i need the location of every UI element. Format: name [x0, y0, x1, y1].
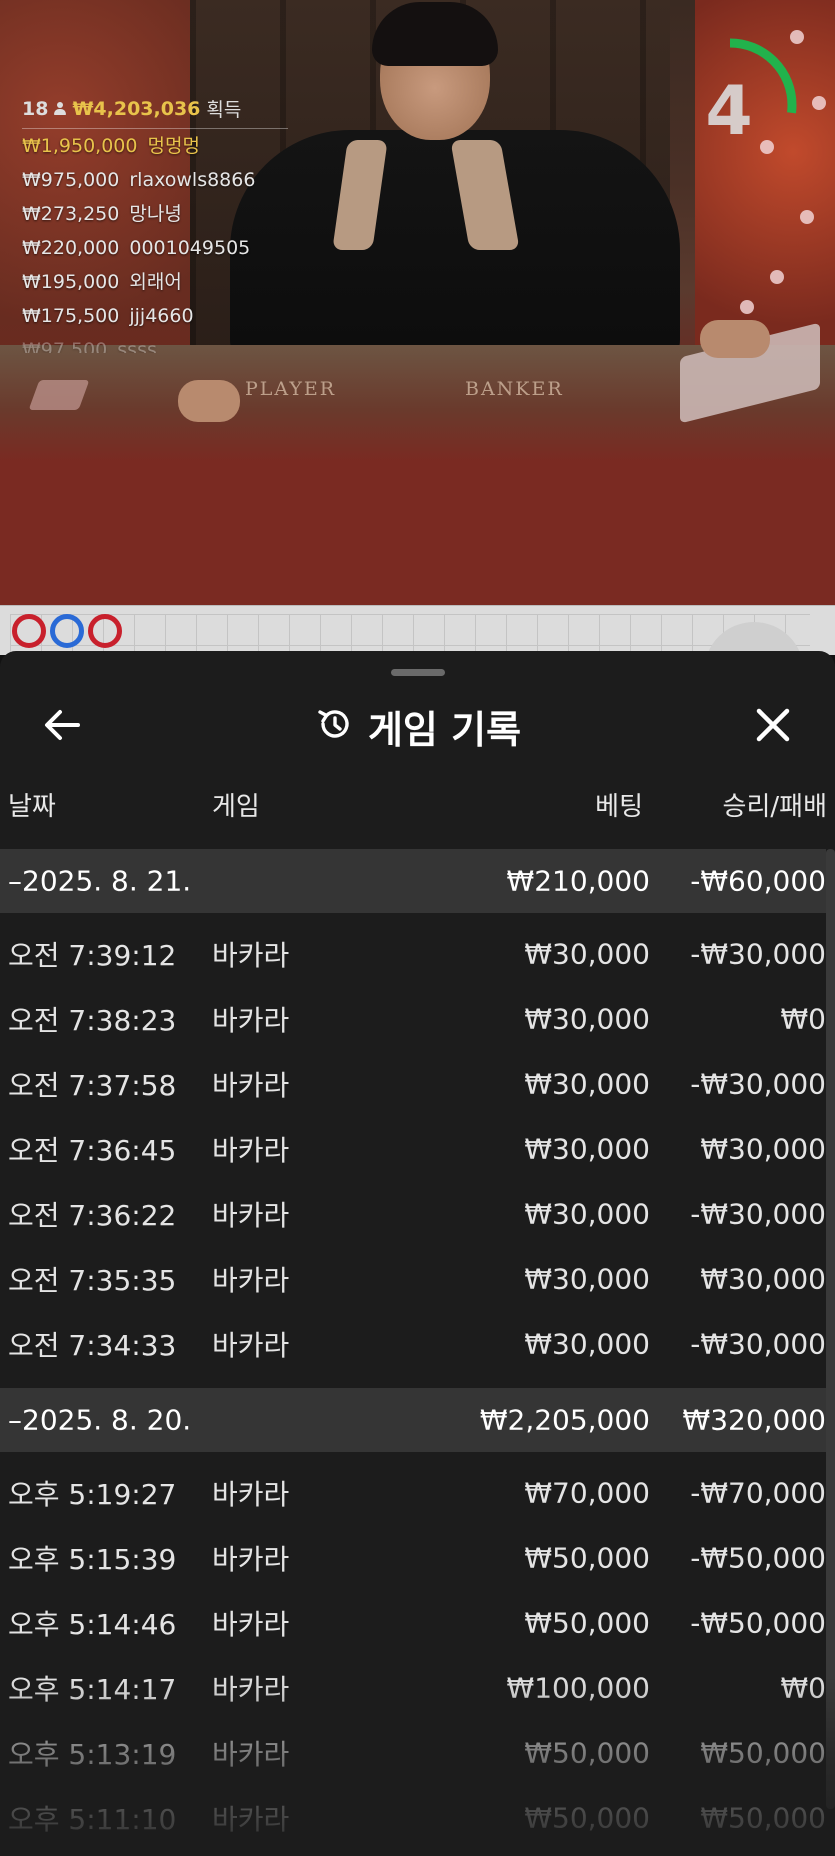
sheet-title: 게임 기록 [367, 707, 522, 752]
sheet-drag-handle[interactable] [391, 669, 445, 676]
history-row[interactable]: 오후 5:14:46 바카라 ₩50,000 -₩50,000 [0, 1590, 826, 1655]
sheet-header: 게임 기록 [0, 691, 835, 761]
road-result-player [50, 614, 84, 648]
history-list: –2025. 8. 21. ₩210,000 -₩60,000 오전 7:39:… [0, 849, 826, 1850]
arrow-left-icon [45, 710, 80, 740]
column-header-bet: 베팅 [595, 792, 643, 822]
close-button[interactable] [745, 697, 801, 753]
history-row[interactable]: 오전 7:36:45 바카라 ₩30,000 ₩30,000 [0, 1116, 826, 1181]
winners-leaderboard: 18 ₩4,203,036 획득 ₩1,950,000 멍멍멍 ₩975,000 r… [22, 95, 288, 353]
history-row[interactable]: 오후 5:19:27 바카라 ₩70,000 -₩70,000 [0, 1460, 826, 1525]
table-label-banker: BANKER [465, 378, 564, 400]
history-row[interactable]: 오전 7:38:23 바카라 ₩30,000 ₩0 [0, 986, 826, 1051]
leaderboard-entry: ₩1,950,000 멍멍멍 [22, 135, 200, 157]
person-icon [54, 101, 67, 116]
history-row[interactable]: 오후 5:15:39 바카라 ₩50,000 -₩50,000 [0, 1525, 826, 1590]
total-winnings: ₩4,203,036 [72, 97, 201, 120]
live-video-feed: PLAYER BANKER 18 ₩4,203,036 획득 ₩1,950,00… [0, 0, 835, 605]
road-result-banker [12, 614, 46, 648]
history-scrollbar[interactable] [826, 849, 835, 1809]
history-row[interactable]: 오전 7:39:12 바카라 ₩30,000 -₩30,000 [0, 921, 826, 986]
leaderboard-entry: ₩220,000 0001049505 [22, 237, 251, 259]
history-clock-icon [314, 704, 354, 748]
column-header-date: 날짜 [8, 792, 56, 822]
history-row[interactable]: 오전 7:37:58 바카라 ₩30,000 -₩30,000 [0, 1051, 826, 1116]
history-row[interactable]: 오전 7:35:35 바카라 ₩30,000 ₩30,000 [0, 1246, 826, 1311]
history-row[interactable]: 오후 5:11:10 바카라 ₩50,000 ₩50,000 [0, 1785, 826, 1850]
game-history-sheet: 게임 기록 날짜 게임 베팅 승리/패배 –2025. 8. 21. ₩210,… [0, 651, 835, 1856]
column-header-game: 게임 [212, 792, 260, 822]
winnings-label: 획득 [206, 99, 242, 121]
close-icon [756, 708, 790, 742]
leaderboard-header: 18 ₩4,203,036 획득 [22, 95, 288, 129]
history-row[interactable]: 오전 7:36:22 바카라 ₩30,000 -₩30,000 [0, 1181, 826, 1246]
date-group-header[interactable]: –2025. 8. 21. ₩210,000 -₩60,000 [0, 849, 826, 913]
leaderboard-entry: ₩273,250 망나녕 [22, 203, 182, 225]
column-header-result: 승리/패배 [722, 792, 827, 822]
leaderboard-entry: ₩975,000 rlaxowls8866 [22, 169, 256, 191]
history-row[interactable]: 오전 7:34:33 바카라 ₩30,000 -₩30,000 [0, 1311, 826, 1376]
leaderboard-entry: ₩175,500 jjj4660 [22, 305, 194, 327]
leaderboard-entry: ₩195,000 외래어 [22, 271, 182, 293]
players-count: 18 [22, 97, 49, 120]
history-row[interactable]: 오후 5:13:19 바카라 ₩50,000 ₩50,000 [0, 1720, 826, 1785]
back-button[interactable] [34, 697, 90, 753]
road-result-banker [88, 614, 122, 648]
leaderboard-entry: ₩97,500 ssss [22, 339, 157, 353]
timer-seconds: 4 [705, 72, 753, 151]
history-row[interactable]: 오후 5:14:17 바카라 ₩100,000 ₩0 [0, 1655, 826, 1720]
betting-countdown-timer: 4 [663, 30, 800, 172]
table-label-player: PLAYER [245, 378, 337, 400]
table-header: 날짜 게임 베팅 승리/패배 [0, 786, 835, 832]
date-group-header[interactable]: –2025. 8. 20. ₩2,205,000 ₩320,000 [0, 1388, 826, 1452]
